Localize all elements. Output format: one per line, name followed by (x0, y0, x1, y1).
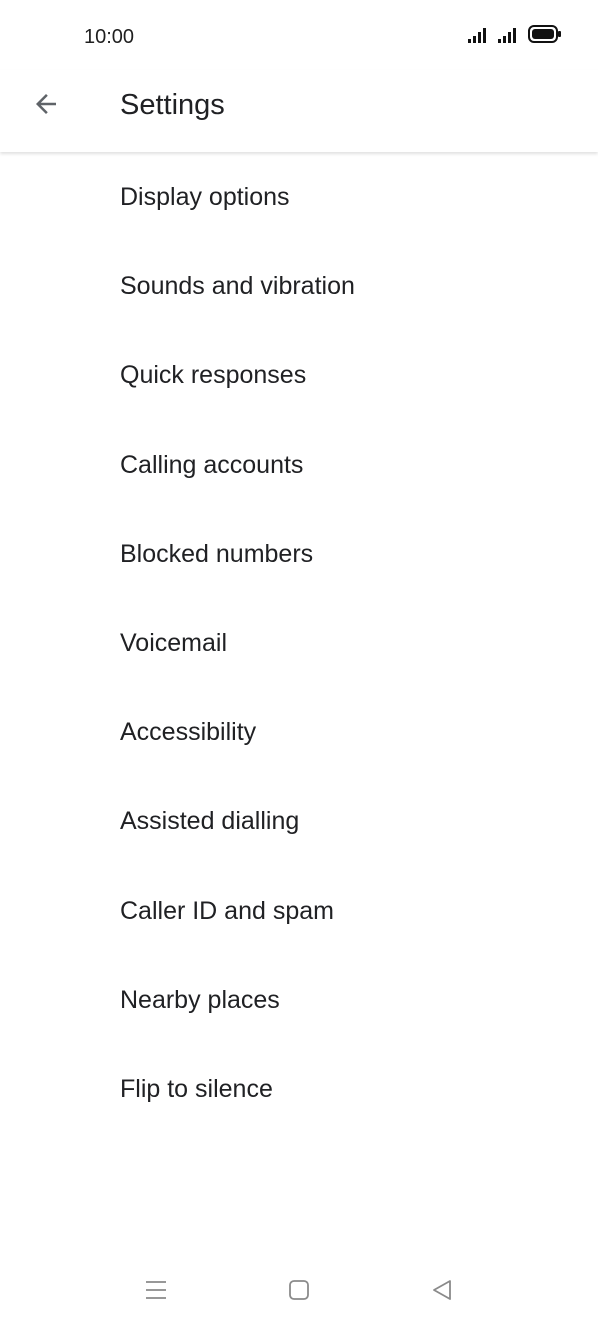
battery-icon (528, 25, 562, 48)
settings-item-label: Caller ID and spam (120, 896, 334, 925)
settings-item-nearby-places[interactable]: Nearby places (0, 956, 598, 1045)
settings-item-caller-id-and-spam[interactable]: Caller ID and spam (0, 867, 598, 956)
settings-item-sounds-and-vibration[interactable]: Sounds and vibration (0, 242, 598, 331)
settings-item-label: Display options (120, 183, 290, 212)
page-title: Settings (120, 89, 225, 121)
settings-item-label: Quick responses (120, 361, 307, 390)
signal-icon (468, 27, 490, 48)
back-button[interactable] (18, 78, 74, 134)
settings-item-label: Sounds and vibration (120, 272, 355, 301)
navigation-bar (0, 1250, 598, 1330)
home-button[interactable] (277, 1270, 321, 1314)
settings-item-calling-accounts[interactable]: Calling accounts (0, 421, 598, 510)
settings-item-quick-responses[interactable]: Quick responses (0, 331, 598, 420)
settings-item-label: Assisted dialling (120, 807, 300, 836)
status-time: 10:00 (84, 26, 135, 48)
settings-item-assisted-dialling[interactable]: Assisted dialling (0, 777, 598, 866)
settings-item-accessibility[interactable]: Accessibility (0, 688, 598, 777)
settings-item-display-options[interactable]: Display options (0, 153, 598, 242)
settings-item-label: Nearby places (120, 985, 280, 1014)
settings-item-voicemail[interactable]: Voicemail (0, 599, 598, 688)
recent-apps-button[interactable] (134, 1270, 178, 1314)
settings-item-blocked-numbers[interactable]: Blocked numbers (0, 510, 598, 599)
status-bar: 10:00 (0, 0, 598, 70)
signal-icon (498, 27, 520, 48)
settings-item-label: Flip to silence (120, 1074, 273, 1103)
status-icons (468, 25, 562, 48)
settings-item-label: Calling accounts (120, 450, 304, 479)
home-square-icon (287, 1278, 311, 1307)
settings-item-label: Blocked numbers (120, 539, 314, 568)
settings-item-label: Accessibility (120, 718, 257, 747)
menu-icon (144, 1278, 168, 1307)
settings-list: Display options Sounds and vibration Qui… (0, 153, 598, 1134)
back-triangle-icon (430, 1278, 454, 1307)
arrow-back-icon (31, 89, 61, 124)
app-bar: Settings (0, 70, 598, 152)
settings-item-label: Voicemail (120, 629, 227, 658)
settings-item-flip-to-silence[interactable]: Flip to silence (0, 1045, 598, 1134)
system-back-button[interactable] (420, 1270, 464, 1314)
